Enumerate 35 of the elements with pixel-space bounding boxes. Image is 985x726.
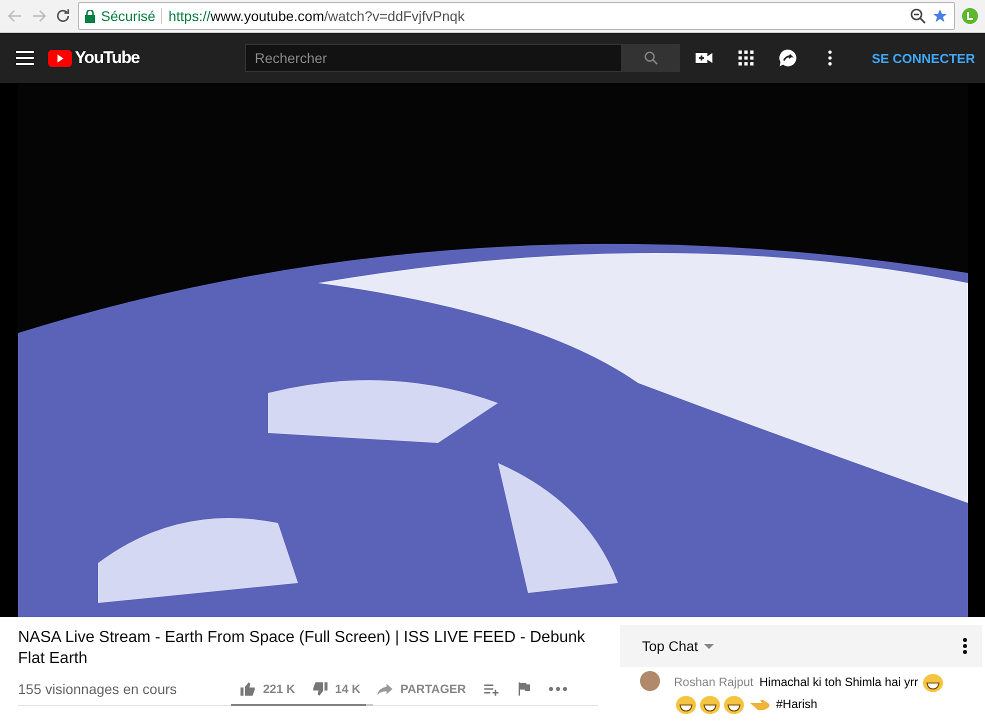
laughing-emoji-icon: [724, 696, 744, 714]
share-button[interactable]: PARTAGER: [368, 680, 474, 698]
user-avatar: [640, 671, 660, 691]
url-text: https://www.youtube.com/watch?v=ddFvjfvPnqk: [168, 8, 466, 24]
sign-in-link[interactable]: SE CONNECTER: [872, 50, 975, 66]
pointing-hand-emoji-icon: [750, 698, 772, 711]
laughing-emoji-icon: [700, 696, 720, 714]
laughing-emoji-icon: [676, 696, 696, 714]
padlock-icon: [85, 10, 95, 22]
view-count: 155 visionnages en cours: [18, 681, 178, 697]
flag-icon: [516, 680, 532, 698]
play-logo-icon: [48, 50, 72, 66]
thumbs-down-icon: [311, 680, 330, 698]
address-bar[interactable]: Sécurisé https://www.youtube.com/watch?v=ddFvjfvPnqk: [78, 2, 955, 30]
thumbs-up-icon: [239, 680, 257, 698]
chat-message: Roshan Rajput Himachal ki toh Shimla hai yrr #Harish: [674, 671, 946, 715]
search-button[interactable]: [622, 44, 680, 72]
youtube-logo[interactable]: YouTube: [48, 48, 177, 68]
star-icon[interactable]: [932, 8, 948, 24]
search-field[interactable]: Rechercher: [244, 44, 622, 72]
more-options-icon[interactable]: [962, 637, 968, 655]
like-button[interactable]: 221 K: [231, 680, 304, 698]
video-title: NASA Live Stream - Earth From Space (Full Screen) | ISS LIVE FEED - Debunk Flat Earth: [18, 628, 586, 669]
apps-grid-icon[interactable]: [736, 48, 756, 68]
dislike-button[interactable]: 14 K: [303, 680, 368, 698]
search-icon: [644, 51, 658, 65]
reload-icon[interactable]: [54, 7, 72, 25]
caret-icon: [704, 644, 714, 648]
chat-mode-dropdown[interactable]: Top Chat: [642, 638, 714, 654]
laughing-emoji-icon: [923, 674, 944, 692]
zoom-out-icon[interactable]: [910, 8, 926, 24]
secure-label: Sécurisé: [101, 8, 162, 24]
more-dots-icon: [548, 686, 568, 692]
menu-icon[interactable]: [16, 51, 34, 65]
chat-bubble-icon[interactable]: [778, 48, 798, 68]
